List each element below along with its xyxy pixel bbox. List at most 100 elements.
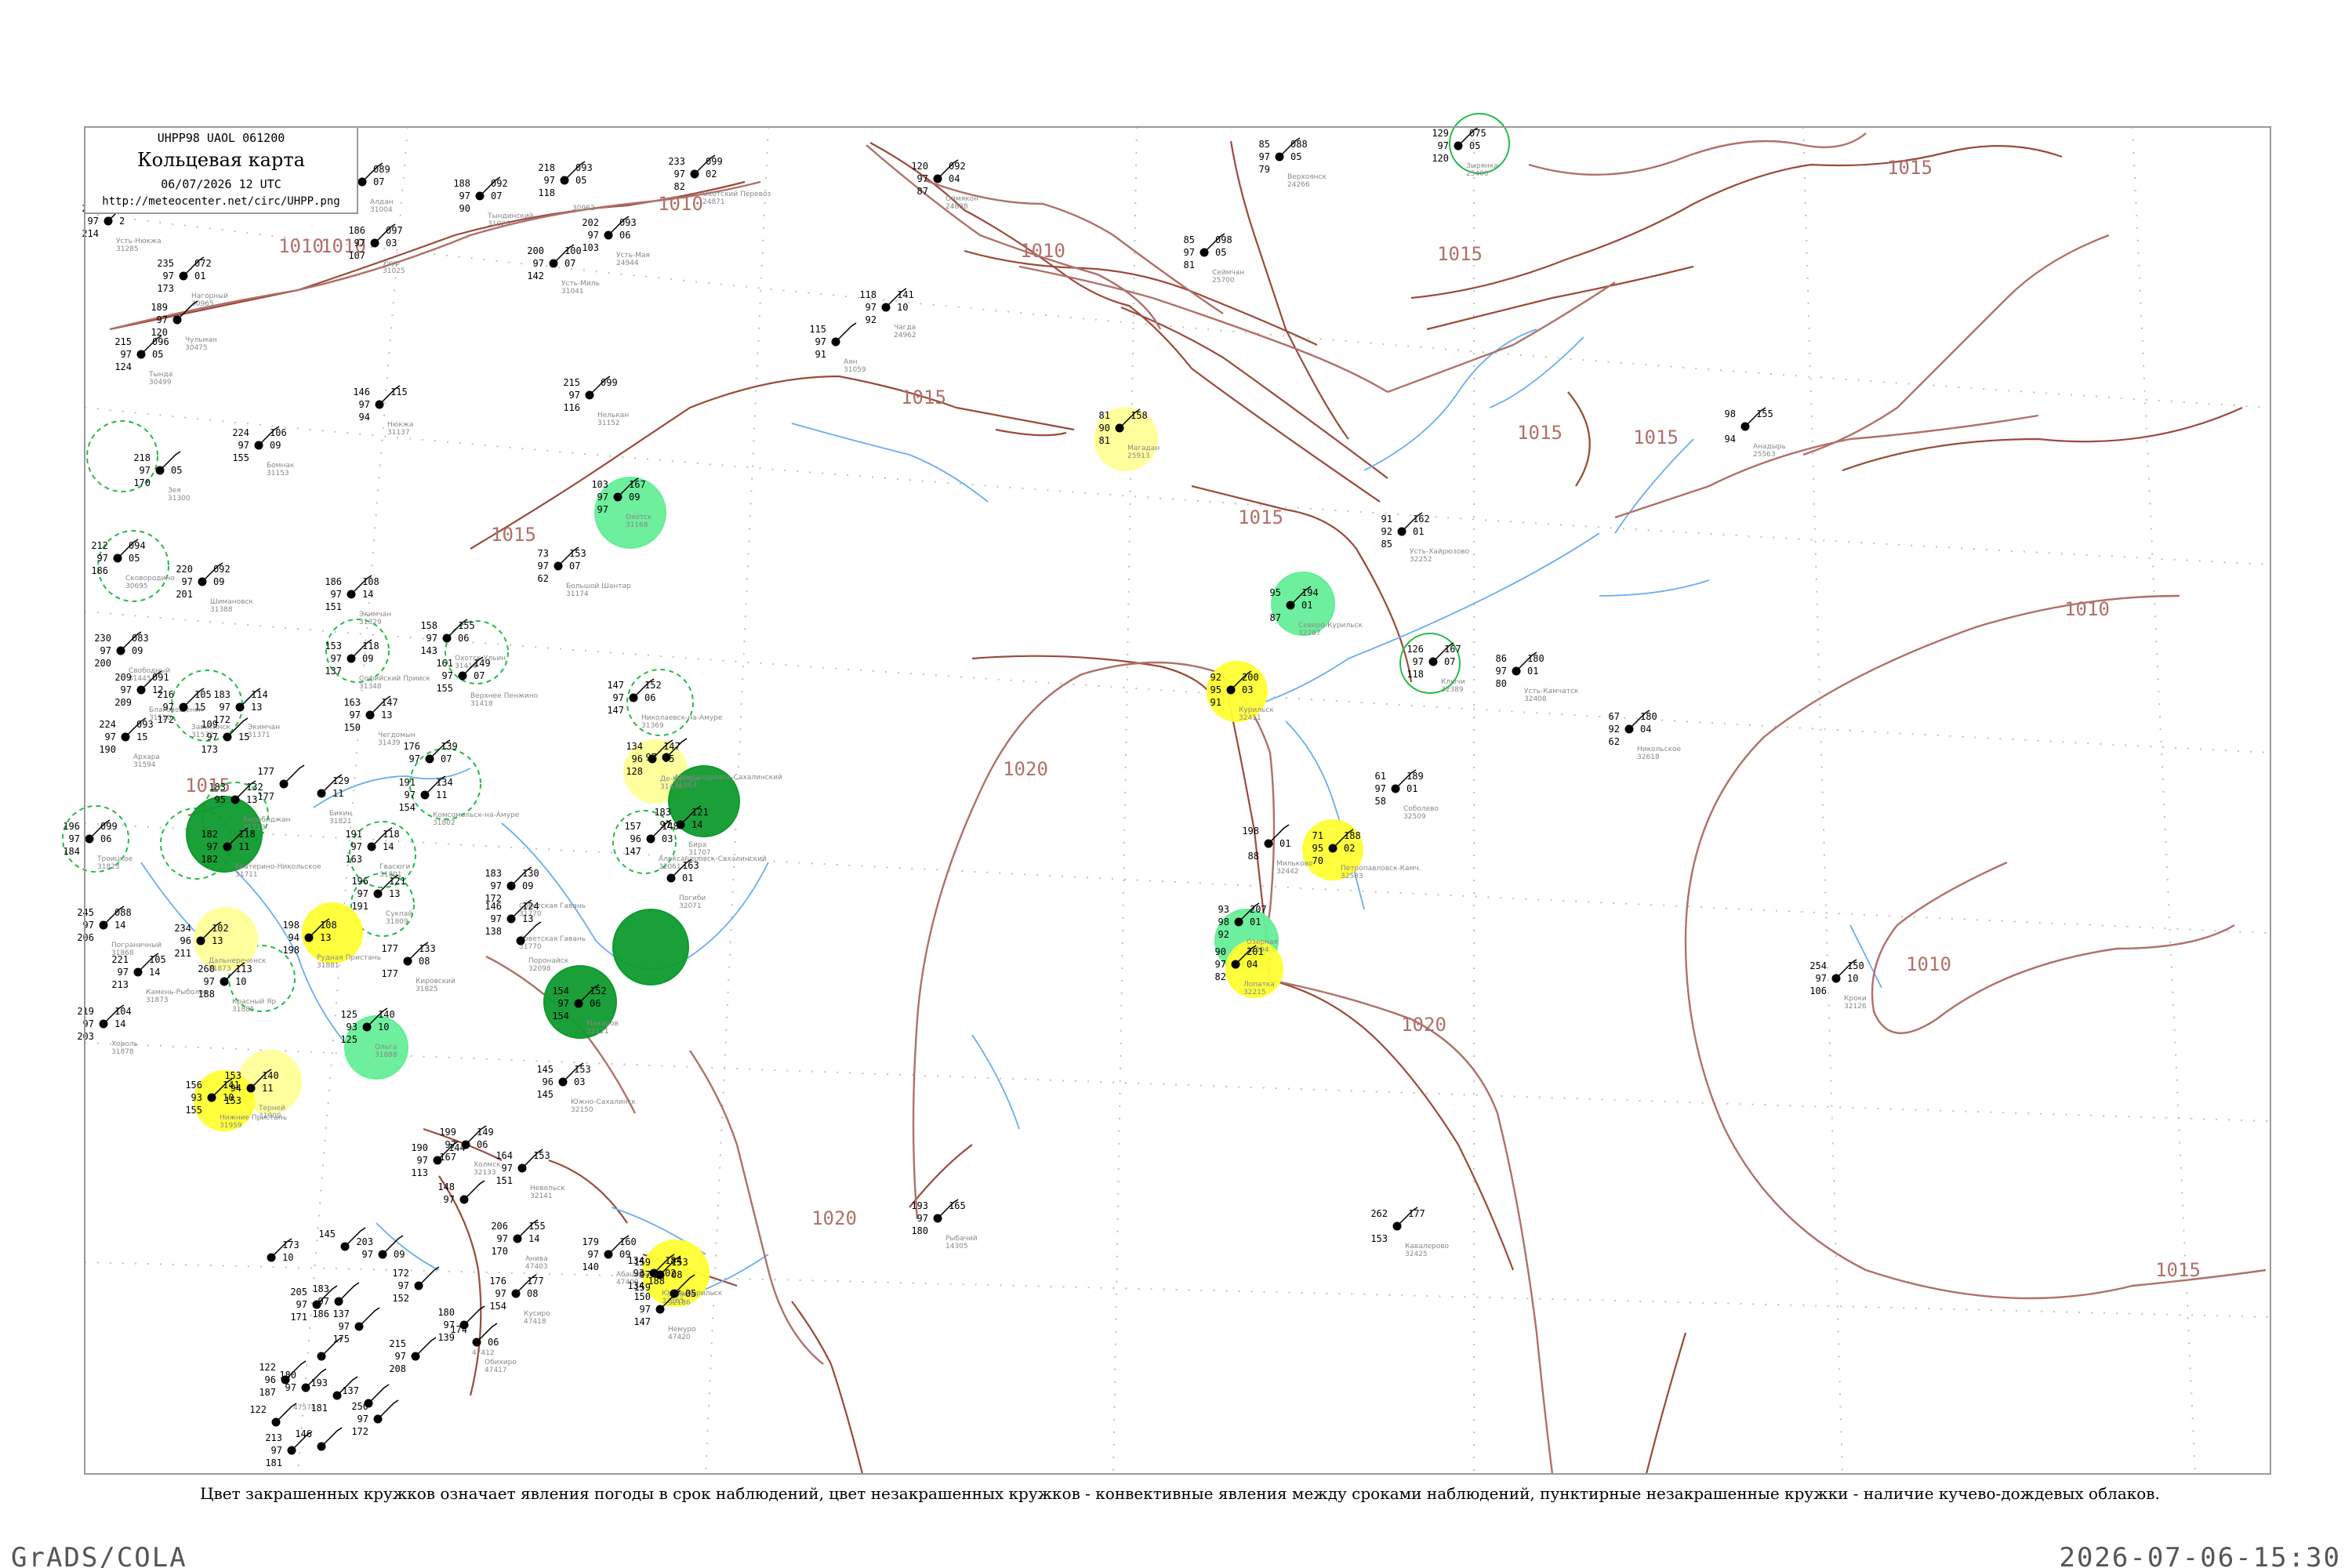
- station-humidity: 97: [1215, 959, 1226, 970]
- station-name: Анадырь: [1753, 443, 1786, 451]
- station-id: 31711: [235, 871, 258, 879]
- station-humidity: 97: [69, 833, 80, 844]
- station-id: 31809: [386, 918, 408, 926]
- station-dewpoint: 81: [1184, 260, 1195, 270]
- station-name: Экимчан: [248, 724, 280, 731]
- station-temp: 094: [129, 540, 146, 551]
- station-name: Верхоянск: [1287, 173, 1327, 181]
- station-humidity: 94: [230, 1083, 241, 1094]
- station-temp: 150: [1847, 960, 1864, 971]
- station-humidity: 97: [597, 492, 608, 503]
- station-pressure: 212: [91, 540, 108, 551]
- station-humidity: 97: [866, 302, 877, 313]
- station-temp: 108: [362, 576, 379, 587]
- station-humidity: 97: [163, 702, 174, 713]
- station-id: 31329: [359, 619, 382, 626]
- station-name: Магадан: [1127, 445, 1160, 452]
- station-tendency: 2: [119, 216, 125, 227]
- station-id: 32389: [1441, 686, 1464, 694]
- station-name: Чегдомын: [378, 731, 416, 739]
- station-tendency: 14: [149, 967, 160, 978]
- station-temp: 158: [1131, 410, 1148, 421]
- station-pressure: 186: [348, 225, 365, 236]
- station-temp: 075: [1469, 128, 1486, 139]
- station-humidity: 97: [331, 589, 342, 600]
- station-temp: 177: [527, 1276, 544, 1287]
- station-pressure: 180: [437, 1307, 455, 1318]
- station-pressure: 85: [1259, 139, 1270, 150]
- station-name: Терней: [258, 1105, 285, 1112]
- station-temp: 189: [1406, 771, 1424, 782]
- station-dewpoint: 81: [1099, 435, 1110, 446]
- station-tendency: 14: [114, 920, 125, 931]
- station-id: 47418: [524, 1318, 546, 1326]
- station-tendency: 01: [1279, 838, 1290, 849]
- station-temp: 088: [114, 907, 132, 918]
- station-pressure: 71: [1312, 830, 1323, 841]
- station-tendency: 14: [114, 1018, 125, 1029]
- station-tendency: 15: [238, 731, 249, 742]
- station-temp: 099: [706, 156, 723, 167]
- station-dewpoint: 62: [538, 573, 549, 584]
- station-id: 47420: [668, 1334, 691, 1341]
- station-name: Ключи: [1441, 678, 1465, 686]
- station-pressure: 91: [1381, 514, 1392, 524]
- station-name: Кроки: [1844, 995, 1867, 1003]
- station-dewpoint: 142: [527, 270, 544, 281]
- station-temp: 096: [152, 336, 169, 347]
- station-name: Сковородино: [125, 575, 175, 583]
- station-dewpoint: 70: [1312, 855, 1323, 866]
- station-humidity: 97: [88, 216, 99, 227]
- station-humidity: 98: [1218, 916, 1229, 927]
- station-temp: 108: [320, 920, 337, 931]
- station-tendency: 13: [212, 935, 223, 946]
- station-name: Мильково: [1276, 860, 1313, 868]
- station-temp: 160: [619, 1236, 637, 1247]
- station-tendency: 10: [235, 976, 246, 987]
- station-temp: 093: [619, 217, 637, 228]
- station-temp: 100: [564, 245, 582, 256]
- station-tendency: 14: [691, 819, 702, 830]
- station-temp: 153: [574, 1064, 591, 1075]
- station-pressure: 134: [627, 1255, 644, 1266]
- station-pressure: 224: [232, 427, 249, 438]
- station-temp: 133: [419, 943, 436, 954]
- station-humidity: 97: [588, 1249, 599, 1260]
- station-id: 32618: [1637, 753, 1660, 761]
- station-name: Красный Яр: [232, 998, 277, 1006]
- station-id: 31059: [844, 366, 866, 374]
- station-id: 32252: [1410, 556, 1432, 564]
- station-dewpoint: 152: [392, 1293, 409, 1304]
- station-name: Южно-Сахалинск: [571, 1098, 637, 1106]
- station-id: 32133: [474, 1169, 496, 1177]
- station-humidity: 97: [1438, 140, 1449, 151]
- station-humidity: 97: [220, 702, 230, 713]
- station-humidity: 97: [502, 1163, 513, 1174]
- station-name: Анива: [525, 1255, 548, 1263]
- station-dewpoint: 125: [340, 1034, 358, 1045]
- station-pressure: 183: [213, 689, 230, 700]
- station-pressure: 191: [345, 829, 362, 840]
- station-name: Николаевск-на-Амуре: [641, 714, 723, 722]
- station-name: Усть-Мая: [616, 252, 650, 260]
- station-humidity: 97: [157, 314, 168, 325]
- station-name: Биробиджан: [243, 816, 290, 824]
- station-name: Соболево: [1403, 805, 1439, 813]
- station-id: 32150: [571, 1106, 593, 1114]
- station-id: 32408: [1524, 695, 1547, 703]
- station-name: Обихиро: [485, 1359, 517, 1367]
- station-tendency: 03: [662, 833, 673, 844]
- station-pressure: 260: [198, 964, 215, 975]
- station-tendency: 05: [685, 1288, 696, 1299]
- station-pressure: 218: [133, 452, 151, 463]
- isobar-label: 1020: [1003, 758, 1048, 780]
- station-dewpoint: 180: [911, 1225, 928, 1236]
- station-humidity: 97: [354, 238, 365, 249]
- station-humidity: 97: [533, 258, 544, 269]
- station-dewpoint: 181: [310, 1403, 328, 1414]
- station-pressure: 146: [485, 901, 502, 912]
- station-pressure: 86: [1496, 653, 1507, 664]
- station-pressure: 191: [398, 777, 416, 788]
- station-id: 32442: [1276, 868, 1299, 876]
- station-id: 47412: [472, 1349, 495, 1357]
